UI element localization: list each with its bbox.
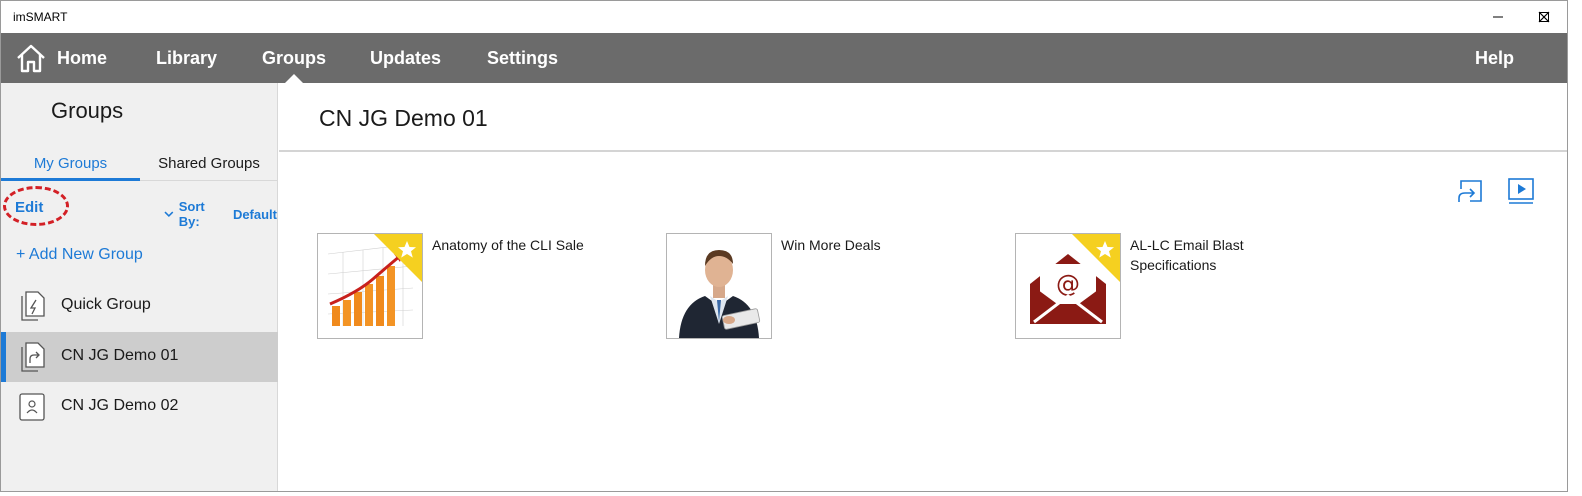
tab-my-groups[interactable]: My Groups (1, 149, 140, 181)
chevron-down-icon (164, 211, 174, 217)
quick-group-icon (21, 291, 45, 321)
minimize-icon (1493, 16, 1503, 18)
close-icon (1538, 11, 1550, 23)
close-button[interactable] (1521, 1, 1567, 33)
person-group-icon (19, 393, 45, 421)
top-navigation-bar: Home Library Groups Updates Settings Hel… (1, 33, 1567, 83)
sidebar-item-label: CN JG Demo 02 (61, 397, 179, 414)
sidebar-item-label: Quick Group (61, 296, 151, 313)
content-item-title: Anatomy of the CLI Sale (432, 237, 584, 253)
nav-settings[interactable]: Settings (487, 33, 558, 83)
nav-library[interactable]: Library (156, 33, 217, 83)
sidebar-item-quick-group[interactable]: Quick Group (1, 281, 278, 331)
chart-thumbnail (317, 233, 423, 339)
home-icon[interactable] (15, 42, 47, 74)
minimize-button[interactable] (1475, 1, 1521, 33)
email-thumbnail: @ (1015, 233, 1121, 339)
content-item-al-lc-email-blast[interactable]: @ AL-LC Email Blast Specifications (1015, 233, 1315, 339)
businessman-thumbnail (666, 233, 772, 339)
app-window: imSMART Home Library Groups Updates Sett… (0, 0, 1568, 492)
sidebar-item-cn-jg-demo-02[interactable]: CN JG Demo 02 (1, 382, 278, 432)
sort-by-label: Sort By: (178, 199, 205, 229)
nav-home[interactable]: Home (57, 33, 107, 83)
star-ribbon-icon (1072, 234, 1120, 282)
shared-group-icon (21, 342, 45, 372)
app-title: imSMART (13, 10, 68, 24)
sidebar-title: Groups (51, 98, 124, 123)
content-header: CN JG Demo 01 (279, 83, 1567, 152)
nav-help[interactable]: Help (1475, 33, 1514, 83)
groups-sidebar: Groups My Groups Shared Groups Edit Sort… (1, 83, 278, 491)
edit-button[interactable]: Edit (15, 199, 43, 216)
title-bar: imSMART (1, 1, 1567, 33)
sidebar-item-cn-jg-demo-01[interactable]: CN JG Demo 01 (1, 332, 278, 382)
sidebar-item-label: CN JG Demo 01 (61, 347, 179, 364)
content-item-title: AL-LC Email Blast Specifications (1130, 237, 1244, 273)
tab-my-groups-label: My Groups (33, 155, 108, 172)
star-ribbon-icon (374, 234, 422, 282)
businessman-image (667, 234, 771, 338)
content-item-win-more-deals[interactable]: Win More Deals (666, 233, 966, 339)
sort-by-dropdown[interactable]: Sort By: Default (164, 199, 277, 229)
nav-groups[interactable]: Groups (262, 33, 326, 83)
nav-updates[interactable]: Updates (370, 33, 441, 83)
content-item-anatomy-cli-sale[interactable]: Anatomy of the CLI Sale (317, 233, 617, 339)
tab-shared-groups-label: Shared Groups (158, 155, 260, 172)
tab-shared-groups[interactable]: Shared Groups (140, 149, 278, 181)
sort-by-value: Default (232, 206, 277, 222)
content-item-title: Win More Deals (781, 237, 881, 253)
play-icon[interactable] (1506, 176, 1536, 206)
add-new-group-button[interactable]: + Add New Group (16, 246, 143, 264)
share-icon[interactable] (1456, 176, 1486, 206)
page-title: CN JG Demo 01 (319, 105, 488, 131)
